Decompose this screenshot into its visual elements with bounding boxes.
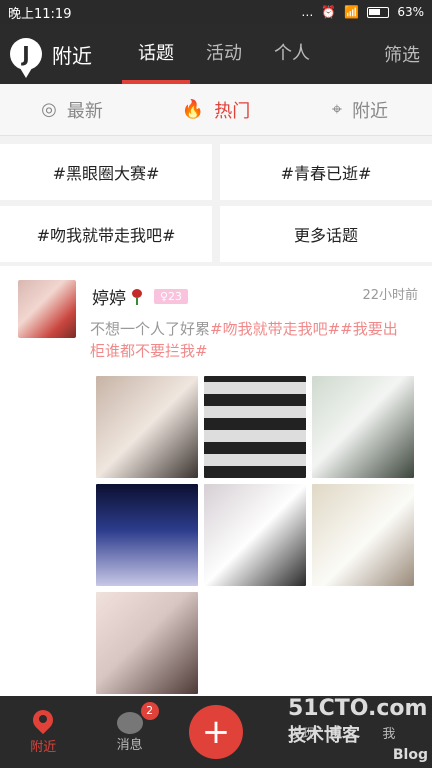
- wifi-icon: 📶: [344, 5, 360, 19]
- location-pin-icon: ⌖: [331, 99, 343, 120]
- status-bar: 晚上11:19 … ⏰ 📶 63%: [0, 0, 432, 24]
- alarm-icon: ⏰: [321, 5, 337, 19]
- author-name: 婷婷: [92, 289, 126, 309]
- tab-activities[interactable]: 活动: [190, 24, 258, 84]
- watermark-line3: Blog: [392, 747, 428, 763]
- sub-tab-nearby[interactable]: ⌖ 附近: [288, 97, 432, 123]
- nav-messages-label: 消息: [116, 737, 143, 753]
- fire-icon: 🔥: [181, 99, 205, 120]
- rose-icon: [130, 288, 144, 305]
- sub-tab-hot[interactable]: 🔥 热门: [144, 97, 288, 123]
- nav-nearby-label: 附近: [30, 739, 57, 755]
- topic-chip[interactable]: #吻我就带走我吧#: [0, 206, 212, 262]
- photo-thumbnail[interactable]: [204, 376, 306, 478]
- sub-tabs: ◎ 最新 🔥 热门 ⌖ 附近: [0, 84, 432, 136]
- sub-tab-latest-label: 最新: [66, 100, 103, 122]
- photo-thumbnail[interactable]: [96, 592, 198, 694]
- filter-button[interactable]: 筛选: [384, 41, 420, 67]
- messages-badge: 2: [140, 701, 159, 720]
- tab-personal[interactable]: 个人: [258, 24, 326, 84]
- watermark: 51CTO.com 技术博客 Blog: [288, 696, 428, 768]
- topic-chip[interactable]: #青春已逝#: [220, 144, 432, 200]
- photo-thumbnail[interactable]: [312, 484, 414, 586]
- topic-grid: #黑眼圈大赛# #青春已逝# #吻我就带走我吧# 更多话题: [0, 144, 432, 268]
- sub-tab-nearby-label: 附近: [352, 100, 389, 122]
- age-badge: ♀23: [154, 289, 189, 304]
- photo-thumbnail[interactable]: [312, 376, 414, 478]
- add-icon[interactable]: +: [189, 705, 244, 759]
- photo-thumbnail[interactable]: [96, 484, 198, 586]
- sub-tab-hot-label: 热门: [214, 100, 251, 122]
- more-icon: …: [301, 5, 314, 19]
- nav-messages[interactable]: 2 消息: [86, 701, 172, 753]
- topic-row: #黑眼圈大赛# #青春已逝#: [0, 144, 432, 200]
- post-time: 22小时前: [362, 288, 418, 303]
- avatar[interactable]: [18, 280, 76, 338]
- map-pin-icon: [33, 710, 53, 736]
- nav-add[interactable]: +: [173, 705, 259, 759]
- compass-icon: ◎: [41, 99, 57, 120]
- sub-tab-latest[interactable]: ◎ 最新: [0, 97, 144, 123]
- photo-thumbnail[interactable]: [204, 484, 306, 586]
- tab-topics[interactable]: 话题: [122, 24, 190, 84]
- watermark-line2: 技术博客: [288, 725, 360, 746]
- battery-icon: [367, 6, 390, 18]
- watermark-line1: 51CTO.com: [288, 696, 428, 721]
- post-text-plain: 不想一个人了好累: [90, 320, 211, 338]
- location-label[interactable]: 附近: [52, 40, 92, 69]
- battery-percentage: 63%: [397, 5, 424, 19]
- chat-bubble-icon: 2: [116, 701, 159, 734]
- topic-chip[interactable]: #黑眼圈大赛#: [0, 144, 212, 200]
- status-icons: … ⏰ 📶 63%: [301, 5, 424, 19]
- more-topics-button[interactable]: 更多话题: [220, 206, 432, 262]
- post-text: 不想一个人了好累#吻我就带走我吧##我要出柜谁都不要拦我#: [90, 318, 412, 362]
- status-time: 晚上11:19: [8, 6, 72, 22]
- photo-grid: [96, 376, 414, 694]
- post-card[interactable]: 婷婷 ♀23 22小时前 不想一个人了好累#吻我就带走我吧##我要出柜谁都不要拦…: [0, 266, 432, 696]
- post-author[interactable]: 婷婷 ♀23: [92, 284, 189, 309]
- nav-nearby[interactable]: 附近: [0, 710, 86, 755]
- photo-thumbnail[interactable]: [96, 376, 198, 478]
- top-bar: 附近 话题 活动 个人 筛选: [0, 24, 432, 84]
- topic-row: #吻我就带走我吧# 更多话题: [0, 206, 432, 262]
- app-logo[interactable]: [10, 38, 42, 78]
